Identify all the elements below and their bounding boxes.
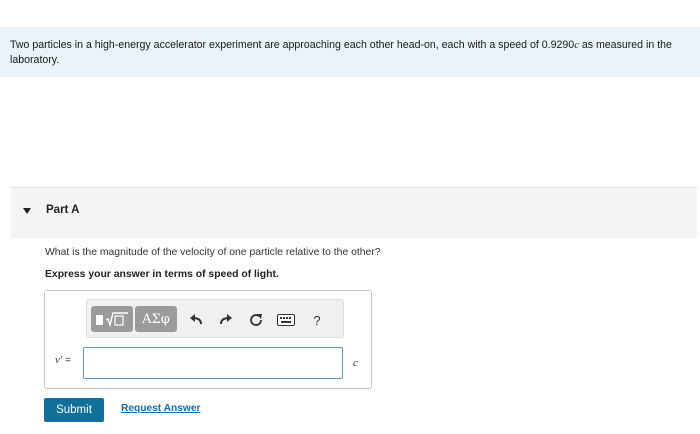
part-a-header[interactable]: Part A [11,187,697,238]
greek-symbols-button[interactable]: ΑΣφ [135,306,177,332]
collapse-caret-icon[interactable] [23,208,31,214]
keyboard-icon[interactable] [276,311,296,329]
equals-sign: = [62,355,71,366]
templates-icon [96,312,128,328]
part-title: Part A [46,204,80,216]
reset-icon[interactable] [247,311,265,329]
problem-statement: Two particles in a high-energy accelerat… [0,27,700,77]
answer-variable-label: v′ = [55,354,71,366]
submit-button[interactable]: Submit [44,398,104,422]
answer-unit: c [353,357,358,369]
answer-input[interactable] [83,347,343,379]
help-icon[interactable]: ? [309,311,325,329]
answer-box: ΑΣφ ? v′ = c [44,290,372,389]
redo-icon[interactable] [217,311,235,329]
request-answer-link[interactable]: Request Answer [121,403,200,414]
math-toolbar: ΑΣφ ? [86,299,344,338]
instruction-text: Express your answer in terms of speed of… [45,269,279,280]
question-text: What is the magnitude of the velocity of… [45,247,381,258]
undo-icon[interactable] [187,311,205,329]
templates-button[interactable] [91,306,133,332]
problem-text-before: Two particles in a high-energy accelerat… [10,39,575,51]
